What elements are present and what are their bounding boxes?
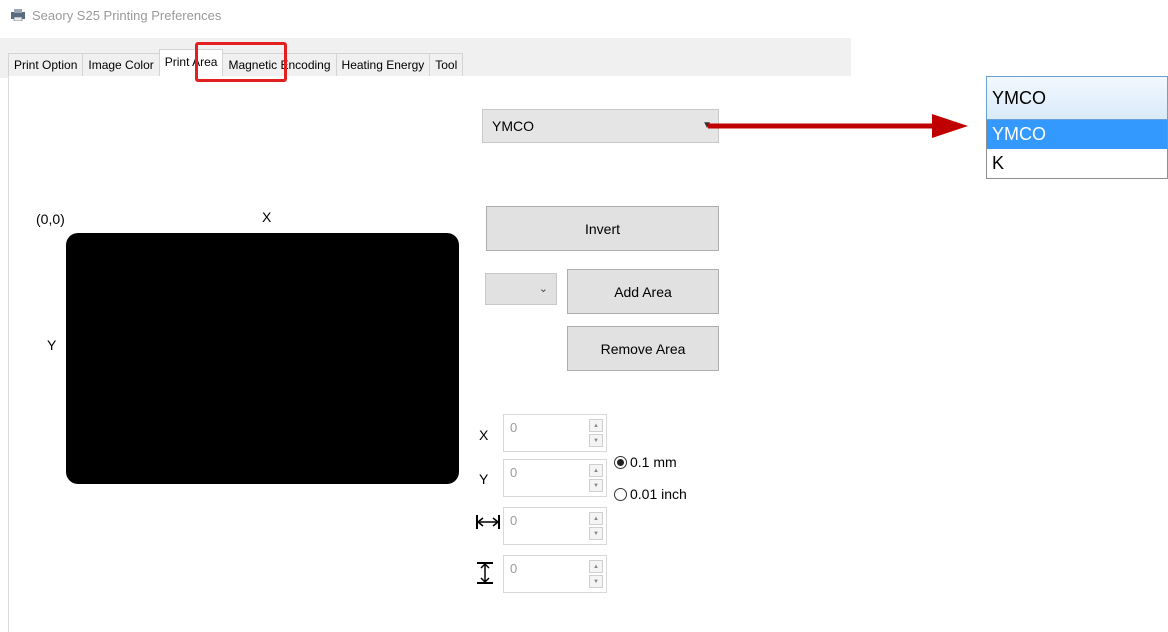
window-titlebar: Seaory S25 Printing Preferences [10,4,221,26]
height-icon [476,561,494,585]
tab-tool[interactable]: Tool [429,53,464,76]
radio-unchecked-icon [614,487,627,501]
invert-button[interactable]: Invert [486,206,719,251]
height-value: 0 [510,561,518,576]
x-spinbox[interactable]: 0 ▲ ▼ [503,414,607,452]
window-title: Seaory S25 Printing Preferences [32,7,222,23]
y-spinbox[interactable]: 0 ▲ ▼ [503,459,607,497]
radio-checked-icon [614,455,627,469]
dropdown-option-k[interactable]: K [987,149,1167,178]
x-axis-label: X [262,209,272,225]
width-spinbox[interactable]: 0 ▲ ▼ [503,507,607,545]
spin-up-icon[interactable]: ▲ [589,512,603,525]
callout-arrow-icon [708,114,968,138]
y-field-label: Y [479,471,489,487]
width-icon [475,514,501,530]
spin-down-icon[interactable]: ▼ [589,527,603,540]
x-value: 0 [510,420,518,435]
dropdown-option-ymco[interactable]: YMCO [987,120,1167,149]
printer-icon [10,9,26,21]
unit-radio-inch[interactable]: 0.01 inch [614,486,687,502]
spin-down-icon[interactable]: ▼ [589,575,603,588]
width-value: 0 [510,513,518,528]
dropdown-selected-value[interactable]: YMCO [986,76,1168,120]
ribbon-type-value: YMCO [492,118,534,134]
x-field-label: X [479,427,489,443]
remove-area-button[interactable]: Remove Area [567,326,719,371]
tab-strip: Print Option Image Color Print Area Magn… [0,38,851,78]
tab-magnetic-encoding[interactable]: Magnetic Encoding [222,53,337,76]
tab-list: Print Option Image Color Print Area Magn… [8,49,464,76]
spin-up-icon[interactable]: ▲ [589,464,603,477]
unit-inch-label: 0.01 inch [630,486,687,502]
spin-down-icon[interactable]: ▼ [589,434,603,447]
dropdown-option-list: YMCO K [986,120,1168,179]
card-preview-canvas[interactable] [66,233,459,484]
origin-label: (0,0) [36,211,65,227]
y-axis-label: Y [47,337,57,353]
chevron-down-icon: ⌄ [538,283,548,295]
spin-up-icon[interactable]: ▲ [589,560,603,573]
unit-radio-mm[interactable]: 0.1 mm [614,454,677,470]
unit-mm-label: 0.1 mm [630,454,677,470]
tab-print-option[interactable]: Print Option [8,53,84,76]
tab-heating-energy[interactable]: Heating Energy [335,53,431,76]
add-area-button[interactable]: Add Area [567,269,719,314]
area-select[interactable]: ⌄ [485,273,557,305]
ribbon-dropdown-zoom: YMCO YMCO K [986,76,1168,179]
y-value: 0 [510,465,518,480]
tab-image-color[interactable]: Image Color [82,53,160,76]
spin-up-icon[interactable]: ▲ [589,419,603,432]
ribbon-type-select[interactable]: YMCO ▼ [482,109,719,143]
spin-down-icon[interactable]: ▼ [589,479,603,492]
tab-print-area[interactable]: Print Area [158,49,224,76]
height-spinbox[interactable]: 0 ▲ ▼ [503,555,607,593]
